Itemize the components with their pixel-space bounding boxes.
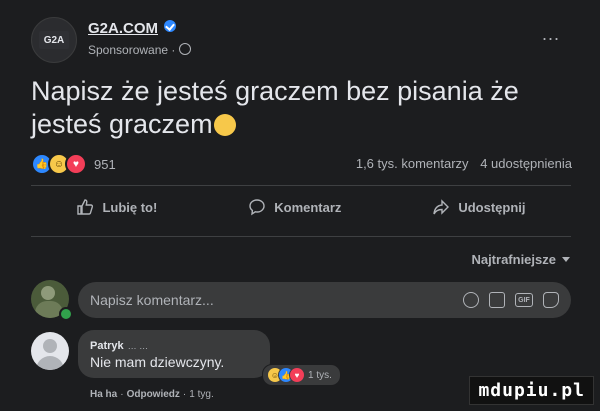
gif-icon[interactable]: GIF: [515, 293, 533, 307]
sort-label[interactable]: Najtrafniejsze: [471, 252, 556, 267]
sponsored-text: Sponsorowane ·: [88, 43, 176, 57]
camera-icon[interactable]: [489, 292, 505, 308]
post-text-content: Napisz że jesteś graczem bez pisania że …: [31, 76, 519, 139]
comment-bubble-icon: [249, 199, 265, 216]
g2a-logo: G2A: [39, 31, 69, 49]
divider: [31, 185, 571, 186]
chevron-down-icon: [562, 257, 570, 262]
comment-reactions[interactable]: ☺ 👍 ♥ 1 tys.: [262, 364, 341, 386]
comment-time[interactable]: 1 tyg.: [189, 389, 213, 400]
comment-reaction-count: 1 tys.: [308, 369, 332, 381]
post-text: Napisz że jesteś graczem bez pisania że …: [31, 75, 571, 141]
shares-count[interactable]: 4 udostępnienia: [480, 156, 572, 171]
comments-count[interactable]: 1,6 tys. komentarzy: [356, 156, 469, 171]
comment-meta: Ha ha · Odpowiedz · 1 tyg.: [90, 389, 214, 400]
thinking-emoji-icon: [213, 114, 236, 136]
composer-icons: GIF: [453, 292, 559, 308]
comment-reaction-label[interactable]: Ha ha: [90, 389, 117, 400]
reactions-summary[interactable]: 👍 ☺ ♥ 951: [31, 153, 116, 175]
comment-author[interactable]: Patryk… …: [90, 340, 148, 352]
action-bar: Lubię to! Komentarz Udostępnij: [31, 198, 571, 216]
comment-author-extra: … …: [127, 341, 149, 351]
emoji-icon[interactable]: [463, 292, 479, 308]
commenter-avatar[interactable]: [31, 332, 69, 370]
comment-input[interactable]: Napisz komentarz... GIF: [78, 282, 571, 318]
reply-button[interactable]: Odpowiedz: [127, 389, 180, 400]
comment-sort-dropdown[interactable]: Najtrafniejsze: [471, 252, 570, 267]
like-button[interactable]: Lubię to!: [76, 198, 157, 216]
thumbs-up-icon: [77, 199, 94, 215]
globe-icon: [179, 43, 192, 55]
love-reaction-icon: ♥: [289, 367, 305, 383]
comment-author-name[interactable]: Patryk: [90, 340, 124, 352]
post-stats: 1,6 tys. komentarzy 4 udostępnienia: [356, 156, 572, 171]
online-status-icon: [59, 307, 73, 321]
share-arrow-icon: [433, 199, 450, 215]
verified-badge-icon: [164, 20, 177, 32]
post-card: G2A G2A.COM Sponsorowane · ... Napisz że…: [0, 0, 600, 411]
more-options-button[interactable]: ...: [542, 24, 560, 45]
divider: [31, 236, 571, 237]
page-avatar[interactable]: G2A: [31, 17, 77, 63]
gif-icon-label: GIF: [518, 296, 530, 304]
comment-button[interactable]: Komentarz: [248, 198, 341, 216]
comment-text: Nie mam dziewczyny.: [90, 354, 225, 370]
love-reaction-icon: ♥: [65, 153, 87, 175]
sponsored-label: Sponsorowane ·: [88, 43, 192, 57]
share-button[interactable]: Udostępnij: [432, 198, 526, 216]
watermark-logo: mdupiu.pl: [469, 376, 594, 405]
page-name-link[interactable]: G2A.COM: [88, 20, 177, 37]
comment-input-placeholder[interactable]: Napisz komentarz...: [90, 292, 453, 308]
comment-label[interactable]: Komentarz: [274, 200, 341, 215]
like-label[interactable]: Lubię to!: [102, 200, 157, 215]
share-label[interactable]: Udostępnij: [458, 200, 525, 215]
reaction-count[interactable]: 951: [94, 157, 116, 172]
page-name[interactable]: G2A.COM: [88, 20, 158, 37]
sticker-icon[interactable]: [543, 292, 559, 308]
g2a-logo-text: G2A: [43, 34, 65, 46]
